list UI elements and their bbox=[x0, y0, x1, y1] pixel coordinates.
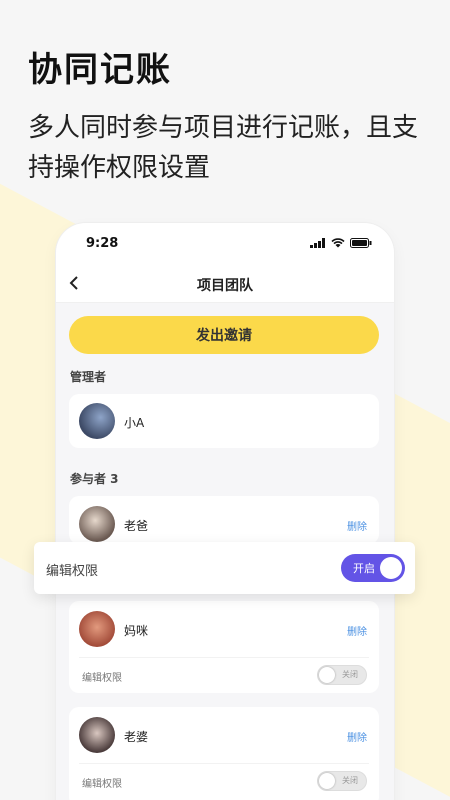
permission-label: 编辑权限 bbox=[46, 564, 99, 579]
divider bbox=[79, 763, 369, 764]
toggle-knob bbox=[380, 557, 402, 579]
delete-button[interactable]: 删除 bbox=[347, 729, 367, 744]
permission-label: 编辑权限 bbox=[82, 673, 122, 684]
admin-name: 小A bbox=[124, 416, 145, 430]
member-card: 老爸 删除 bbox=[69, 496, 379, 544]
subline: 多人同时参与项目进行记账，且支持操作权限设置 bbox=[28, 113, 419, 183]
admin-card[interactable]: 小A bbox=[69, 394, 379, 448]
nav-bar: 项目团队 bbox=[56, 265, 394, 303]
admin-section-label: 管理者 bbox=[70, 370, 107, 384]
toggle-state: 关闭 bbox=[342, 670, 358, 679]
member-name: 老爸 bbox=[124, 519, 149, 533]
avatar bbox=[79, 403, 115, 439]
highlighted-permission-row: 编辑权限 开启 bbox=[34, 542, 415, 594]
toggle-state: 开启 bbox=[353, 562, 375, 575]
avatar bbox=[79, 611, 115, 647]
permission-toggle[interactable]: 关闭 bbox=[317, 771, 367, 791]
phone-mockup: 9:28 项目团队 发出邀请 管理者 小A 参与者 3 老爸 删除 妈咪 删除 … bbox=[56, 223, 394, 800]
battery-icon bbox=[350, 238, 372, 248]
nav-title: 项目团队 bbox=[197, 278, 253, 294]
toggle-state: 关闭 bbox=[342, 776, 358, 785]
signal-icon bbox=[310, 238, 325, 248]
status-bar: 9:28 bbox=[56, 223, 394, 265]
delete-button[interactable]: 删除 bbox=[347, 623, 367, 638]
permission-toggle[interactable]: 开启 bbox=[341, 554, 405, 582]
headline: 协同记账 bbox=[28, 50, 172, 90]
avatar bbox=[79, 506, 115, 542]
invite-button[interactable]: 发出邀请 bbox=[69, 316, 379, 354]
permission-toggle[interactable]: 关闭 bbox=[317, 665, 367, 685]
member-name: 妈咪 bbox=[124, 624, 149, 638]
member-card: 老婆 删除 编辑权限 关闭 bbox=[69, 707, 379, 800]
toggle-knob bbox=[319, 773, 335, 789]
member-name: 老婆 bbox=[124, 730, 149, 744]
toggle-knob bbox=[319, 667, 335, 683]
status-icons bbox=[310, 238, 372, 248]
avatar bbox=[79, 717, 115, 753]
status-time: 9:28 bbox=[86, 236, 119, 251]
member-card: 妈咪 删除 编辑权限 关闭 bbox=[69, 601, 379, 693]
participants-section-label: 参与者 3 bbox=[70, 472, 119, 486]
delete-button[interactable]: 删除 bbox=[347, 518, 367, 533]
divider bbox=[79, 657, 369, 658]
wifi-icon bbox=[331, 238, 345, 248]
permission-label: 编辑权限 bbox=[82, 779, 122, 790]
